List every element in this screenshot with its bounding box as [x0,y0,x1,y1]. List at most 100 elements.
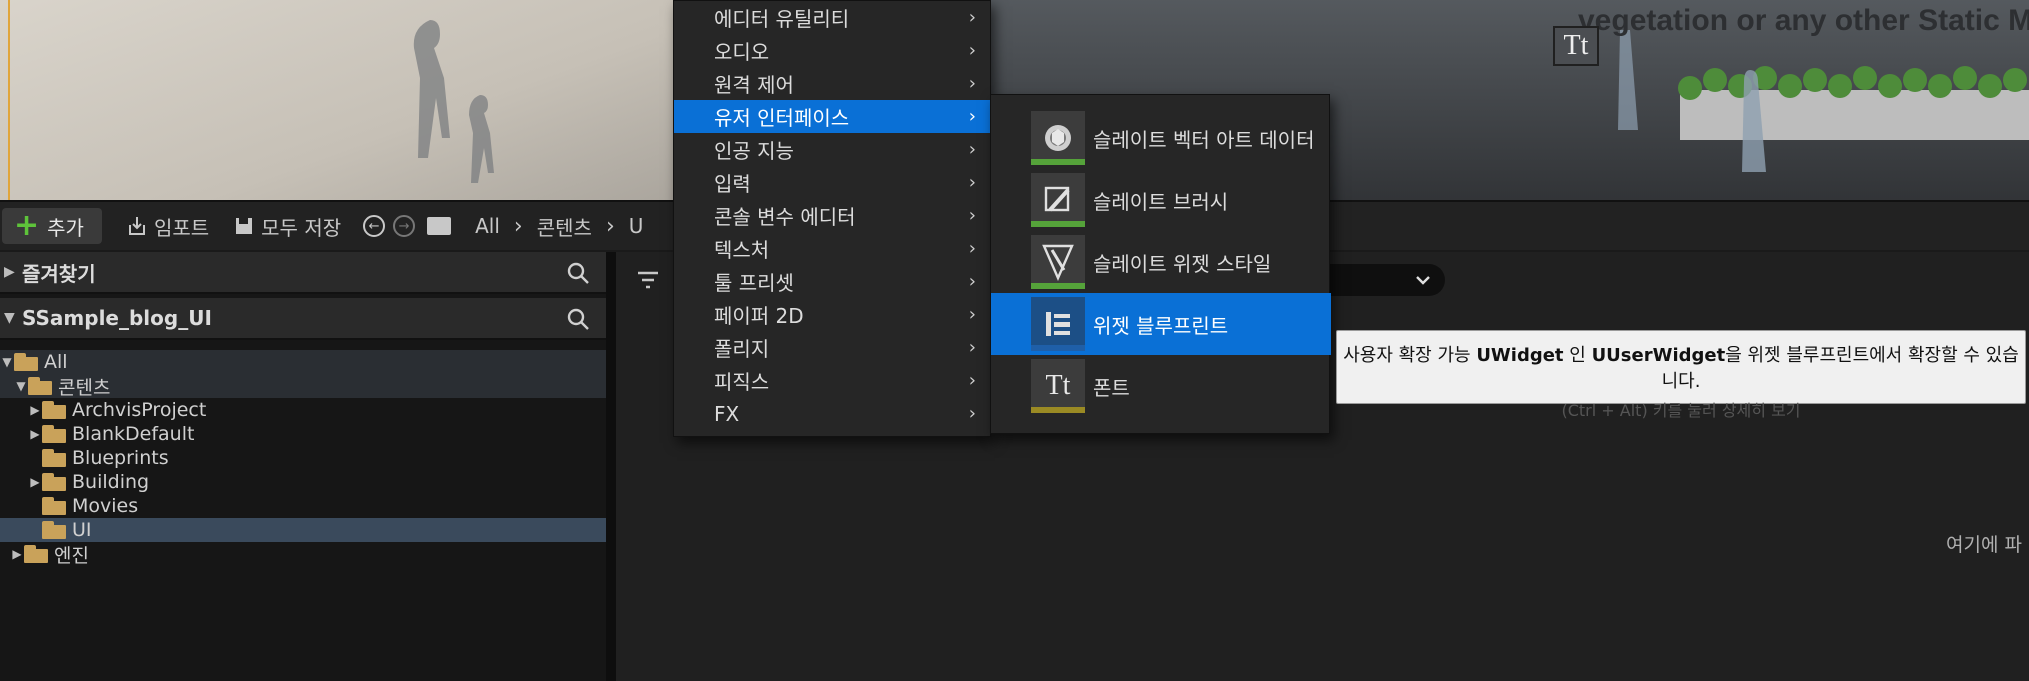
menu-item-label: 폴리지 [714,337,770,361]
menu-item-fx[interactable]: FX › [674,397,990,430]
menu-item-user-interface[interactable]: 유저 인터페이스 › [674,100,990,133]
editor-window: vegetation or any other Static M Tt + 추가… [0,0,2029,681]
folder-icon [42,425,68,443]
folder-icon [42,473,68,491]
vegetation-planter [1618,30,2029,172]
menu-item-remote-control[interactable]: 원격 제어 › [674,67,990,100]
add-context-menu: 에디터 유틸리티 › 오디오 › 원격 제어 › 유저 인터페이스 › 인공 지능 › 입… [673,0,991,437]
import-icon [126,215,148,237]
submenu-item-widget-blueprint[interactable]: 위젯 블루프린트 [991,293,1331,355]
expanded-arrow-icon: ▼ [2,355,12,369]
chevron-right-icon: › [968,205,976,226]
menu-item-label: 인공 지능 [714,139,794,163]
tree-item-blueprints[interactable]: Blueprints [0,446,606,470]
menu-item-console-variable-editor[interactable]: 콘솔 변수 에디터 › [674,199,990,232]
tree-item-label: Blueprints [72,447,169,469]
viewport-floor [0,0,700,200]
menu-item-paper-2d[interactable]: 페이퍼 2D › [674,298,990,331]
submenu-item-label: 슬레이트 브러시 [1093,189,1229,214]
folder-icon [427,217,452,235]
widget-blueprint-icon [1031,297,1085,351]
search-icon[interactable] [566,307,590,331]
menu-item-audio[interactable]: 오디오 › [674,34,990,67]
submenu-item-slate-brush[interactable]: 슬레이트 브러시 [991,169,1331,231]
filter-bar [616,262,660,298]
folder-open-icon [28,377,54,395]
people-shadow-figure [413,20,494,183]
expanded-arrow-icon: ▼ [16,379,26,393]
search-icon[interactable] [566,261,590,285]
submenu-item-slate-widget-style[interactable]: 슬레이트 위젯 스타일 [991,231,1331,293]
tree-item-label: ArchvisProject [72,399,207,421]
tree-item-ui[interactable]: UI [0,518,606,542]
tree-item-building[interactable]: ▶ Building [0,470,606,494]
vector-art-icon [1031,111,1085,165]
user-interface-submenu: 슬레이트 벡터 아트 데이터 슬레이트 브러시 슬레이트 위젯 스타일 위젯 블… [990,94,1331,434]
arrow-left-icon: ← [363,215,386,237]
collapsed-arrow-icon: ▶ [12,547,22,561]
import-button[interactable]: 임포트 [126,212,209,241]
submenu-item-label: 폰트 [1093,375,1130,400]
history-back-button[interactable]: ← [363,215,386,237]
breadcrumb-all[interactable]: All [475,214,500,238]
breadcrumb-separator: › [513,213,523,239]
favorites-title: 즐겨찾기 [22,261,96,286]
chevron-right-icon: › [968,73,976,94]
collapsed-arrow-icon: ▶ [30,427,40,441]
menu-item-label: 입력 [714,172,751,196]
viewport-guide-line [8,0,10,200]
tree-item-engine[interactable]: ▶ 엔진 [0,542,606,567]
folder-icon [42,521,68,539]
menu-item-label: 텍스처 [714,238,770,262]
save-all-button[interactable]: 모두 저장 [233,212,341,241]
tree-item-blankdefault[interactable]: ▶ BlankDefault [0,422,606,446]
menu-item-foliage[interactable]: 폴리지 › [674,331,990,364]
menu-item-input[interactable]: 입력 › [674,166,990,199]
tooltip-description: 사용자 확장 가능 UWidget 인 UUserWidget을 위젯 블루프린… [1343,345,2019,392]
menu-item-label: FX [714,401,740,426]
filter-icon[interactable] [636,270,660,290]
menu-item-texture[interactable]: 텍스처 › [674,232,990,265]
submenu-item-slate-vector-art-data[interactable]: 슬레이트 벡터 아트 데이터 [991,107,1331,169]
breadcrumb-content[interactable]: 콘텐츠 [537,212,592,241]
project-header[interactable]: ▼ SSample_blog_UI [0,298,606,340]
tree-item-label: BlankDefault [72,423,195,445]
chevron-right-icon: › [968,172,976,193]
breadcrumb-ui[interactable]: U [629,214,644,238]
add-button[interactable]: + 추가 [2,208,102,244]
favorites-header[interactable]: ▶ 즐겨찾기 [0,252,606,294]
save-icon [233,215,255,237]
tree-item-archvisproject[interactable]: ▶ ArchvisProject [0,398,606,422]
chevron-right-icon: › [968,304,976,325]
folder-icon [42,449,68,467]
tree-item-content[interactable]: ▼ 콘텐츠 [0,374,606,399]
chevron-right-icon: › [968,139,976,160]
tree-item-label: 콘텐츠 [58,376,111,399]
tree-item-movies[interactable]: Movies [0,494,606,518]
menu-item-label: 페이퍼 2D [714,304,804,328]
widget-blueprint-tooltip: 사용자 확장 가능 UWidget 인 UUserWidget을 위젯 블루프린… [1336,330,2026,420]
tree-item-all[interactable]: ▼ All [0,350,606,374]
folder-browse-button[interactable] [427,217,452,235]
tree-item-label: Building [72,471,150,493]
widget-style-icon [1031,235,1085,289]
arrow-right-icon: → [393,215,416,237]
folder-open-icon [14,353,40,371]
menu-item-artificial-intelligence[interactable]: 인공 지능 › [674,133,990,166]
chevron-right-icon: › [968,40,976,61]
tree-item-label: All [44,351,68,373]
expanded-arrow-icon: ▼ [4,310,15,326]
collapsed-arrow-icon: ▶ [4,264,15,280]
history-forward-button[interactable]: → [393,215,416,237]
menu-item-editor-utilities[interactable]: 에디터 유틸리티 › [674,1,990,34]
menu-item-label: 피직스 [714,370,770,394]
menu-item-physics[interactable]: 피직스 › [674,364,990,397]
submenu-item-label: 위젯 블루프린트 [1093,313,1229,338]
tooltip-hint: (Ctrl + Alt) 키를 눌러 상세히 보기 [1561,401,1801,420]
drop-hint-text: 여기에 파 [1946,534,2022,556]
tree-item-label: Movies [72,495,139,517]
panel-splitter[interactable] [606,252,616,681]
menu-item-tool-presets[interactable]: 툴 프리셋 › [674,265,990,298]
submenu-item-font[interactable]: Tt 폰트 [991,355,1331,417]
font-asset-icon[interactable]: Tt [1553,26,1599,66]
